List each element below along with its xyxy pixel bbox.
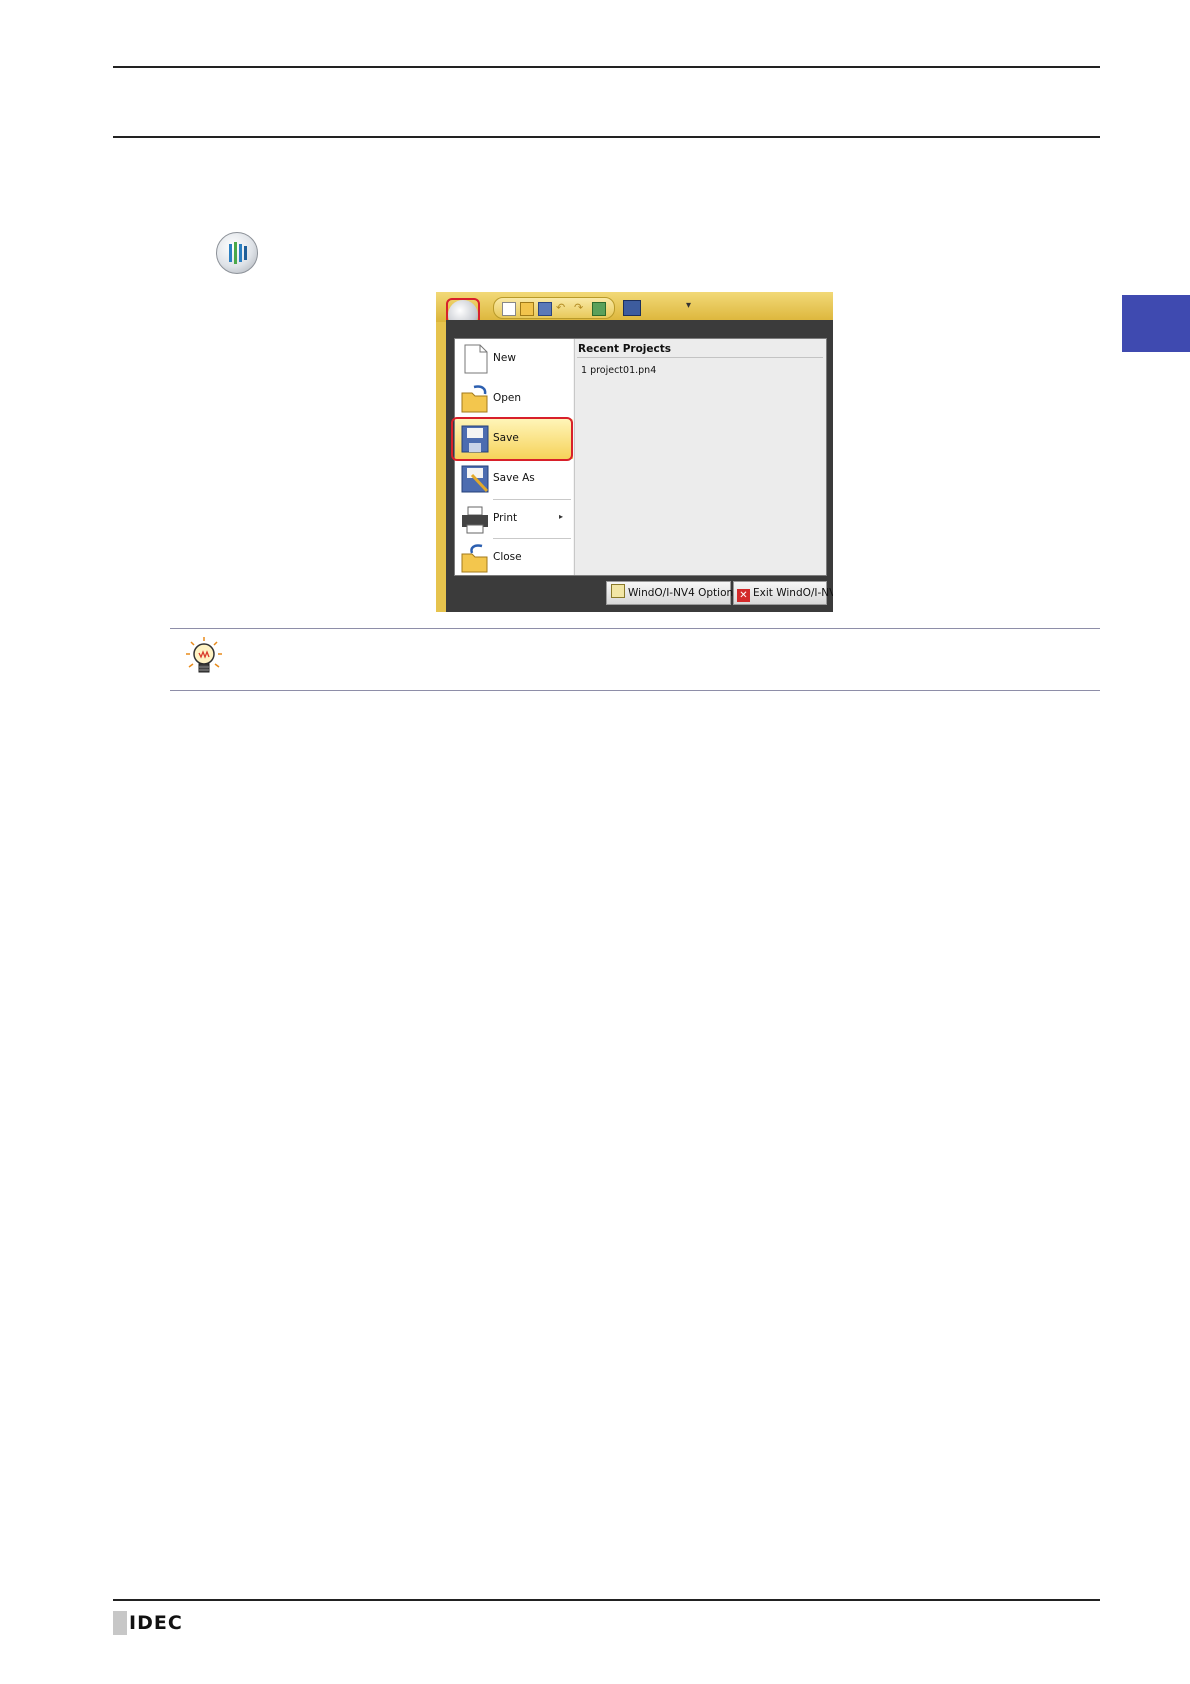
recent-project-item[interactable]: 1 project01.pn4: [581, 365, 656, 376]
monitor-icon[interactable]: [623, 300, 641, 316]
save-highlight: [451, 417, 573, 461]
menu-item-label: Open: [493, 392, 522, 404]
save-as-icon: [460, 463, 490, 495]
hint-rule-top: [170, 628, 1100, 629]
options-button[interactable]: WindO/I-NV4 Options: [606, 581, 739, 605]
transfer-icon[interactable]: [592, 302, 606, 316]
header-rule-top: [113, 66, 1100, 68]
open-folder-icon: [460, 383, 490, 415]
exit-button-label: Exit WindO/I-NV4: [753, 587, 833, 599]
menu-item-close[interactable]: Close: [455, 538, 573, 578]
recent-projects-title: Recent Projects: [578, 343, 672, 355]
close-folder-icon: [460, 542, 490, 574]
lightbulb-icon: [184, 636, 224, 680]
menu-bottom-bar: WindO/I-NV4 Options ✕Exit WindO/I-NV4: [454, 581, 833, 609]
header-rule-bottom: [113, 136, 1100, 138]
customize-toolbar-icon[interactable]: ▾: [686, 300, 691, 311]
menu-item-label: Close: [493, 551, 522, 563]
recent-projects-panel: Recent Projects 1 project01.pn4: [574, 339, 826, 575]
open-icon[interactable]: [520, 302, 534, 316]
exit-icon: ✕: [737, 589, 750, 602]
submenu-arrow-icon: ▸: [559, 512, 564, 521]
menu-screenshot: ↶ ↷ ▾ New Open Save Save As Print ▸ Clos…: [436, 292, 833, 612]
printer-icon: [460, 503, 490, 535]
menu-item-label: New: [493, 352, 516, 364]
menu-item-print[interactable]: Print ▸: [455, 499, 573, 539]
recent-projects-divider: [577, 357, 823, 358]
menu-item-open[interactable]: Open: [455, 379, 573, 419]
chapter-side-tab: [1122, 295, 1190, 352]
options-icon: [611, 584, 625, 598]
logo-text: IDEC: [129, 1612, 183, 1634]
menu-commands: New Open Save Save As Print ▸ Close: [451, 339, 573, 578]
redo-icon[interactable]: ↷: [574, 302, 586, 314]
menu-item-save-as[interactable]: Save As: [455, 459, 573, 499]
save-icon[interactable]: [538, 302, 552, 316]
menu-item-new[interactable]: New: [455, 339, 573, 379]
hint-rule-bottom: [170, 690, 1100, 691]
new-icon[interactable]: [502, 302, 516, 316]
quick-access-icons: ↶ ↷: [493, 297, 615, 319]
idec-logo: IDEC: [113, 1611, 183, 1635]
menu-item-label: Save As: [493, 472, 535, 484]
menu-item-label: Print: [493, 512, 518, 524]
options-button-label: WindO/I-NV4 Options: [628, 587, 739, 599]
application-button-icon[interactable]: [216, 232, 258, 274]
undo-icon[interactable]: ↶: [556, 302, 568, 314]
exit-button[interactable]: ✕Exit WindO/I-NV4: [733, 581, 833, 605]
new-document-icon: [460, 343, 490, 375]
application-menu: New Open Save Save As Print ▸ Close Rece…: [451, 338, 827, 578]
footer-rule: [113, 1599, 1100, 1601]
